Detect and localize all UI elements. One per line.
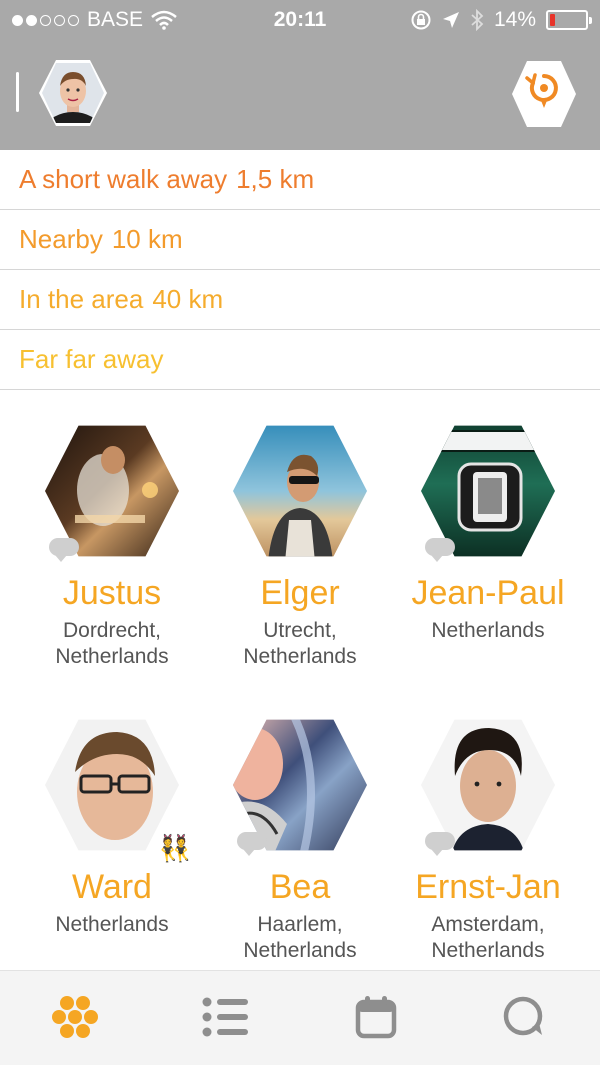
tab-calendar[interactable] [348, 991, 404, 1043]
location-refresh-icon [512, 61, 576, 127]
distance-filter-list: A short walk away 1,5 km Nearby 10 km In… [0, 150, 600, 390]
avatar-illustration [268, 454, 333, 557]
person-card-jean-paul[interactable]: Jean-Paul Netherlands [388, 420, 588, 644]
distance-label: Far far away [19, 344, 164, 374]
distance-label: Nearby [19, 224, 103, 254]
distance-value: 40 km [152, 284, 224, 314]
person-avatar[interactable] [233, 714, 367, 856]
distance-nearby[interactable]: Nearby 10 km [0, 210, 600, 270]
tab-chat[interactable] [496, 991, 552, 1043]
chat-bubble-icon [425, 538, 455, 562]
person-avatar[interactable] [421, 420, 555, 562]
person-card-ernst-jan[interactable]: Ernst-Jan Amsterdam, Netherlands [388, 714, 588, 964]
distance-in-the-area[interactable]: In the area 40 km [0, 270, 600, 330]
person-name: Elger [260, 574, 340, 612]
person-card-elger[interactable]: Elger Utrecht, Netherlands [200, 420, 400, 670]
person-location-line1: Netherlands [55, 913, 169, 936]
bluetooth-icon [471, 9, 484, 31]
status-right: 14% [410, 8, 592, 32]
app: BASE 20:11 14% A short walk away 1,5 km … [0, 0, 600, 1065]
header: BASE 20:11 14% [0, 0, 600, 150]
location-arrow-icon [442, 12, 459, 28]
person-name: Ernst-Jan [415, 868, 561, 906]
person-name: Ward [72, 868, 152, 906]
person-location-line1: Amsterdam, [431, 913, 545, 936]
person-location-line1: Netherlands [431, 619, 545, 642]
battery-percent: 14% [493, 8, 536, 31]
person-card-bea[interactable]: Bea Haarlem, Netherlands [200, 714, 400, 964]
distance-value: 10 km [111, 224, 183, 254]
person-avatar[interactable] [421, 714, 555, 856]
person-location-line2: Netherlands [243, 645, 357, 668]
person-avatar[interactable] [233, 420, 367, 562]
person-location-line1: Haarlem, [257, 913, 343, 936]
distance-label: A short walk away [19, 164, 228, 194]
person-location-line1: Utrecht, [263, 619, 337, 642]
list-icon [202, 997, 248, 1037]
dancers-emoji: 👯 [158, 833, 191, 863]
distance-far-away[interactable]: Far far away [0, 330, 600, 390]
chat-icon [503, 996, 543, 1036]
chat-bubble-icon [49, 538, 79, 562]
person-name: Bea [269, 868, 331, 906]
menu-bar-icon[interactable] [16, 72, 19, 112]
people-grid: Justus Dordrecht, Netherlands Elger Utre… [0, 388, 600, 970]
person-card-ward[interactable]: 👯 Ward Netherlands [12, 714, 212, 938]
chat-bubble-icon [237, 832, 267, 856]
person-location-line1: Dordrecht, [62, 619, 162, 642]
person-avatar[interactable]: 👯 [45, 714, 191, 863]
person-location-line2: Netherlands [243, 939, 357, 962]
hive-icon [52, 996, 98, 1038]
person-location-line2: Netherlands [431, 939, 545, 962]
person-avatar[interactable] [45, 420, 179, 562]
distance-label: In the area [19, 284, 144, 314]
location-button[interactable] [510, 58, 578, 130]
avatar-photo [233, 425, 367, 557]
person-location-line2: Netherlands [55, 645, 169, 668]
person-name: Justus [62, 574, 162, 612]
profile-hex-frame [39, 60, 107, 126]
person-card-justus[interactable]: Justus Dordrecht, Netherlands [12, 420, 212, 670]
tab-list[interactable] [197, 991, 253, 1043]
rotation-lock-icon [411, 10, 431, 30]
status-bar: BASE 20:11 14% [0, 0, 600, 40]
distance-value: 1,5 km [236, 164, 315, 194]
chat-bubble-icon [425, 832, 455, 856]
distance-short-walk[interactable]: A short walk away 1,5 km [0, 150, 600, 210]
profile-avatar[interactable] [38, 58, 108, 128]
battery-level [550, 14, 555, 26]
tab-bar [0, 970, 600, 1065]
battery-icon [546, 10, 592, 30]
person-name: Jean-Paul [411, 574, 565, 612]
calendar-icon [355, 996, 397, 1039]
tab-people-grid[interactable] [47, 991, 103, 1043]
